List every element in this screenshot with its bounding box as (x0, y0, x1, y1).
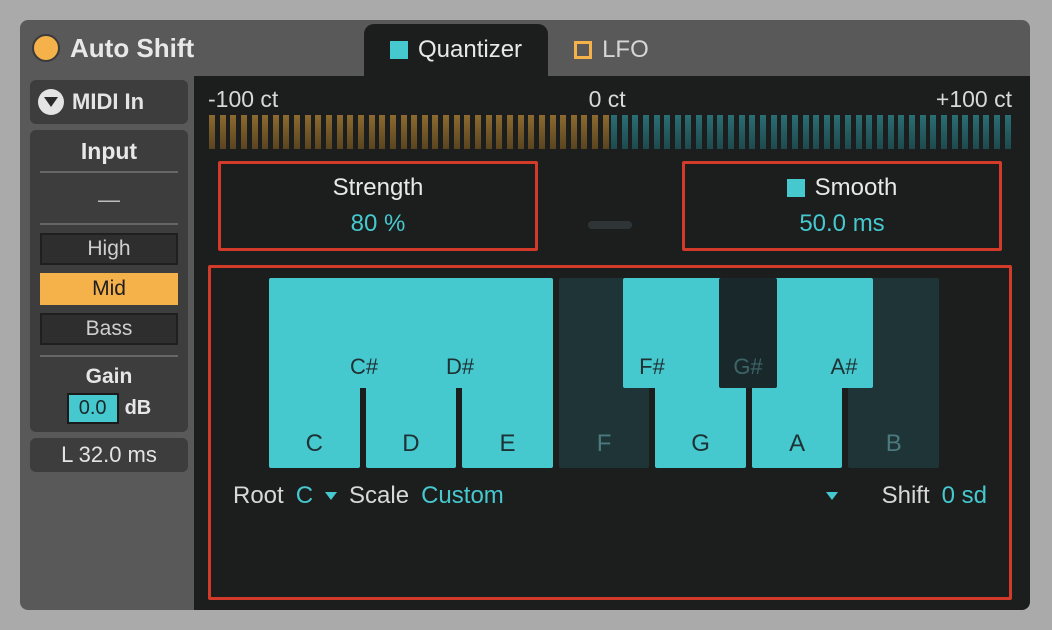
smooth-value[interactable]: 50.0 ms (799, 210, 884, 238)
key-gsh[interactable]: G# (719, 278, 777, 388)
range-high[interactable]: High (40, 233, 178, 265)
sidebar: MIDI In Input — High Mid Bass Gain 0.0 d… (20, 76, 194, 610)
input-source[interactable]: — (40, 181, 178, 225)
scale-controls: Root C Scale Custom Shift 0 sd (233, 478, 987, 510)
key-fsh[interactable]: F# (623, 278, 681, 388)
gain-unit: dB (125, 397, 152, 420)
smooth-label: Smooth (815, 174, 898, 202)
device-on-toggle[interactable] (32, 34, 60, 62)
scale-plus100: +100 ct (936, 86, 1012, 113)
root-dropdown-icon[interactable] (325, 492, 337, 500)
pitch-scale: -100 ct 0 ct +100 ct (208, 86, 1012, 149)
tab-lfo[interactable]: LFO (548, 24, 675, 76)
tab-lfo-label: LFO (602, 36, 649, 64)
root-value[interactable]: C (296, 482, 313, 510)
key-ash[interactable]: A# (815, 278, 873, 388)
titlebar: Auto Shift Quantizer LFO (20, 20, 1030, 76)
keyboard-area: C D E F G A B C# D# F# G# A# (208, 265, 1012, 600)
shift-value[interactable]: 0 sd (942, 482, 987, 510)
strength-value[interactable]: 80 % (351, 210, 406, 238)
scale-zero: 0 ct (589, 86, 626, 113)
root-label: Root (233, 482, 284, 510)
gain-value[interactable]: 0.0 (67, 393, 119, 424)
key-csh[interactable]: C# (335, 278, 393, 388)
pitch-meter (208, 115, 1012, 149)
tab-quantizer-label: Quantizer (418, 36, 522, 64)
key-dsh[interactable]: D# (431, 278, 489, 388)
input-block: Input — High Mid Bass Gain 0.0 dB (30, 130, 188, 432)
tab-quantizer[interactable]: Quantizer (364, 24, 548, 76)
scale-minus100: -100 ct (208, 86, 278, 113)
strength-param[interactable]: Strength 80 % (218, 161, 538, 251)
scale-dropdown-icon[interactable] (826, 492, 838, 500)
smooth-param[interactable]: Smooth 50.0 ms (682, 161, 1002, 251)
device-title: Auto Shift (70, 33, 194, 64)
autoshift-device: Auto Shift Quantizer LFO MIDI In Input (20, 20, 1030, 610)
latency-display: L 32.0 ms (30, 438, 188, 472)
tab-quantizer-icon (390, 41, 408, 59)
scale-label: Scale (349, 482, 409, 510)
gain-label: Gain (86, 365, 133, 389)
center-slider-handle[interactable] (588, 221, 632, 229)
range-mid[interactable]: Mid (40, 273, 178, 305)
input-header: Input (40, 138, 178, 173)
shift-label: Shift (882, 482, 930, 510)
smooth-toggle-icon[interactable] (787, 179, 805, 197)
tab-group: Quantizer LFO (364, 20, 675, 76)
triangle-down-icon (44, 97, 58, 107)
midi-in-row: MIDI In (30, 80, 188, 124)
keyboard: C D E F G A B C# D# F# G# A# (269, 278, 939, 468)
param-row: Strength 80 % Smooth 50.0 ms (208, 157, 1012, 257)
range-bass[interactable]: Bass (40, 313, 178, 345)
midi-in-label: MIDI In (72, 89, 144, 115)
scale-value[interactable]: Custom (421, 482, 504, 510)
tab-lfo-icon (574, 41, 592, 59)
strength-label: Strength (333, 174, 424, 202)
quantizer-panel: -100 ct 0 ct +100 ct Strength 80 % (194, 76, 1030, 610)
midi-in-toggle[interactable] (38, 89, 64, 115)
